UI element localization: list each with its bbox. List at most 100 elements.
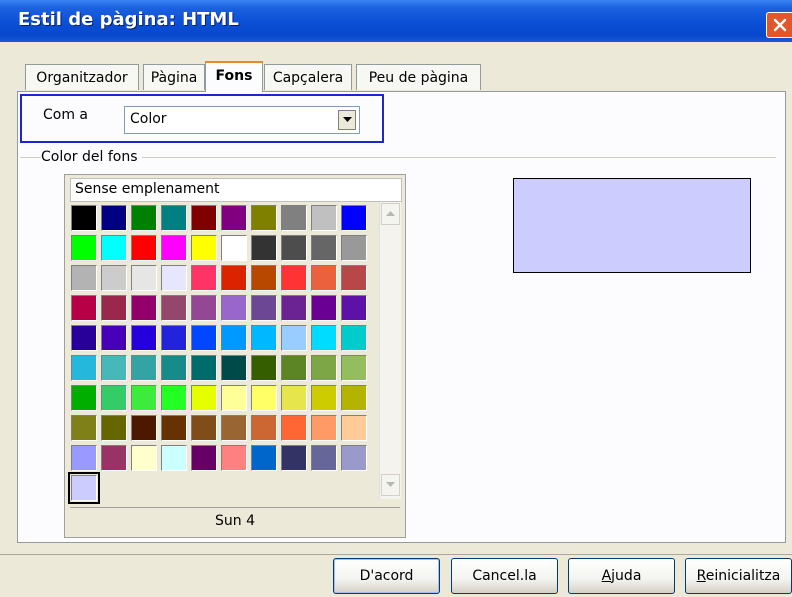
color-swatch[interactable] bbox=[311, 325, 337, 351]
color-swatch[interactable] bbox=[221, 205, 247, 231]
no-fill-option[interactable]: Sense emplenament bbox=[70, 178, 402, 202]
color-swatch[interactable] bbox=[131, 205, 157, 231]
color-swatch[interactable] bbox=[281, 415, 307, 441]
tab-peu-de-pagina[interactable]: Peu de pàgina bbox=[356, 64, 481, 90]
color-swatch[interactable] bbox=[341, 235, 367, 261]
color-swatch[interactable] bbox=[251, 295, 277, 321]
scroll-up-button[interactable] bbox=[381, 203, 400, 225]
color-swatch[interactable] bbox=[71, 415, 97, 441]
color-swatch[interactable] bbox=[311, 295, 337, 321]
color-swatch[interactable] bbox=[161, 235, 187, 261]
color-swatch[interactable] bbox=[281, 355, 307, 381]
color-swatch[interactable] bbox=[281, 445, 307, 471]
color-swatch[interactable] bbox=[191, 445, 217, 471]
tab-capcalera[interactable]: Capçalera bbox=[264, 64, 352, 90]
color-swatch[interactable] bbox=[131, 445, 157, 471]
close-button[interactable] bbox=[766, 12, 792, 38]
color-swatch[interactable] bbox=[71, 325, 97, 351]
color-swatch[interactable] bbox=[311, 265, 337, 291]
color-swatch[interactable] bbox=[161, 325, 187, 351]
color-swatch[interactable] bbox=[101, 235, 127, 261]
as-select[interactable]: Color bbox=[124, 106, 360, 134]
color-swatch[interactable] bbox=[161, 445, 187, 471]
color-swatch[interactable] bbox=[341, 295, 367, 321]
color-swatch[interactable] bbox=[281, 205, 307, 231]
color-swatch[interactable] bbox=[131, 235, 157, 261]
color-swatch[interactable] bbox=[71, 385, 97, 411]
color-swatch[interactable] bbox=[191, 385, 217, 411]
color-swatch[interactable] bbox=[191, 415, 217, 441]
ok-button[interactable]: D'acord bbox=[333, 558, 440, 594]
color-swatch[interactable] bbox=[341, 445, 367, 471]
color-swatch[interactable] bbox=[221, 385, 247, 411]
color-swatch[interactable] bbox=[341, 415, 367, 441]
color-swatch[interactable] bbox=[251, 355, 277, 381]
color-swatch[interactable] bbox=[161, 385, 187, 411]
tab-fons[interactable]: Fons bbox=[205, 61, 263, 92]
color-swatch[interactable] bbox=[71, 265, 97, 291]
as-select-dropdown-button[interactable] bbox=[338, 110, 356, 130]
reset-button[interactable]: Reinicialitza bbox=[685, 558, 792, 594]
color-swatch[interactable] bbox=[311, 355, 337, 381]
color-swatch[interactable] bbox=[281, 235, 307, 261]
color-swatch[interactable] bbox=[221, 445, 247, 471]
color-swatch[interactable] bbox=[101, 415, 127, 441]
color-swatch[interactable] bbox=[71, 295, 97, 321]
color-swatch[interactable] bbox=[221, 295, 247, 321]
color-swatch[interactable] bbox=[191, 205, 217, 231]
color-swatch[interactable] bbox=[191, 355, 217, 381]
color-swatch[interactable] bbox=[221, 265, 247, 291]
tab-organitzador[interactable]: Organitzador bbox=[25, 64, 139, 90]
color-swatch[interactable] bbox=[341, 265, 367, 291]
color-swatch[interactable] bbox=[341, 385, 367, 411]
color-swatch[interactable] bbox=[251, 265, 277, 291]
color-swatch[interactable] bbox=[71, 235, 97, 261]
palette-scrollbar[interactable] bbox=[379, 202, 401, 499]
color-swatch[interactable] bbox=[251, 445, 277, 471]
color-swatch[interactable] bbox=[161, 265, 187, 291]
color-swatch[interactable] bbox=[311, 205, 337, 231]
color-swatch[interactable] bbox=[131, 295, 157, 321]
color-swatch[interactable] bbox=[311, 235, 337, 261]
color-swatch[interactable] bbox=[191, 295, 217, 321]
color-swatch[interactable] bbox=[71, 445, 97, 471]
color-swatch[interactable] bbox=[101, 325, 127, 351]
color-swatch[interactable] bbox=[341, 355, 367, 381]
color-swatch[interactable] bbox=[251, 325, 277, 351]
color-swatch[interactable] bbox=[251, 415, 277, 441]
color-swatch[interactable] bbox=[161, 295, 187, 321]
color-swatch[interactable] bbox=[281, 385, 307, 411]
color-swatch[interactable] bbox=[281, 325, 307, 351]
color-swatch[interactable] bbox=[131, 325, 157, 351]
color-swatch[interactable] bbox=[191, 235, 217, 261]
color-swatch[interactable] bbox=[101, 205, 127, 231]
color-swatch[interactable] bbox=[191, 265, 217, 291]
color-swatch[interactable] bbox=[101, 445, 127, 471]
color-swatch[interactable] bbox=[161, 415, 187, 441]
color-swatch[interactable] bbox=[131, 385, 157, 411]
color-swatch[interactable] bbox=[251, 235, 277, 261]
color-swatch[interactable] bbox=[221, 235, 247, 261]
color-swatch[interactable] bbox=[251, 205, 277, 231]
color-swatch[interactable] bbox=[311, 445, 337, 471]
color-swatch[interactable] bbox=[251, 385, 277, 411]
color-swatch[interactable] bbox=[311, 385, 337, 411]
color-swatch[interactable] bbox=[311, 415, 337, 441]
color-swatch[interactable] bbox=[68, 472, 100, 504]
color-swatch[interactable] bbox=[161, 355, 187, 381]
color-swatch[interactable] bbox=[71, 355, 97, 381]
color-swatch[interactable] bbox=[71, 205, 97, 231]
color-swatch[interactable] bbox=[341, 325, 367, 351]
color-swatch[interactable] bbox=[101, 265, 127, 291]
color-swatch[interactable] bbox=[221, 415, 247, 441]
color-swatch[interactable] bbox=[131, 265, 157, 291]
color-swatch[interactable] bbox=[131, 415, 157, 441]
color-swatch[interactable] bbox=[101, 355, 127, 381]
color-swatch[interactable] bbox=[281, 295, 307, 321]
color-swatch[interactable] bbox=[341, 205, 367, 231]
color-swatch[interactable] bbox=[161, 205, 187, 231]
tab-pagina[interactable]: Pàgina bbox=[143, 64, 205, 90]
color-swatch[interactable] bbox=[131, 355, 157, 381]
color-swatch[interactable] bbox=[281, 265, 307, 291]
scroll-down-button[interactable] bbox=[381, 474, 400, 496]
